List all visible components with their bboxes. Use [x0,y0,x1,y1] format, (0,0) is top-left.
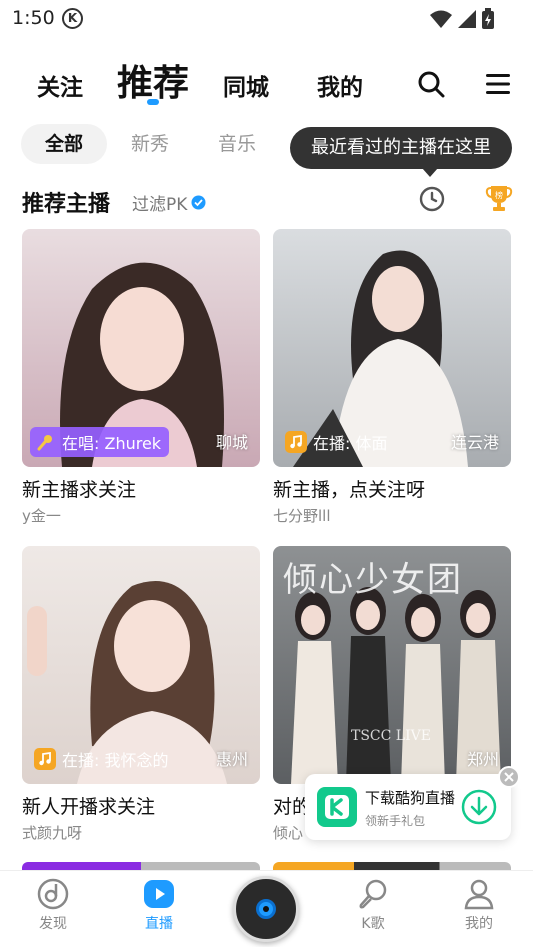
status-text: 在播: 体面 [313,434,388,453]
karaoke-mic-icon [359,879,387,909]
stream-title: 新人开播求关注 [22,796,156,818]
streamer-cover[interactable]: 倾心少女团 TSCC LIVE 郑州 [273,546,511,784]
top-nav: 关注 推荐 同城 我的 [0,50,533,110]
city-label: 连云港 [450,433,499,452]
chip-newcomer[interactable]: 新秀 [118,124,182,164]
promo-subtitle: 领新手礼包 [365,814,426,828]
verified-check-icon [191,195,206,210]
bottom-tab-karaoke[interactable]: K歌 [338,877,408,933]
bottom-tab-label: 发现 [39,916,67,932]
streamer-cover[interactable]: 在播: 我怀念的 惠州 [22,546,260,784]
streamer-card[interactable]: 在唱: Zhurek 聊城 新主播求关注 y金一 [22,229,260,526]
promo-close-icon[interactable] [498,766,520,788]
streamer-name: y金一 [22,507,61,525]
bottom-tab-live[interactable]: 直播 [124,877,194,933]
streamer-card[interactable]: 在播: 我怀念的 惠州 新人开播求关注 式颜九呀 [22,546,260,843]
bottom-tab-discover[interactable]: 发现 [18,877,88,933]
bottom-tab-label: 我的 [465,916,493,932]
download-icon[interactable] [461,789,497,825]
status-bar: 1:50 K [0,0,533,36]
k-notification-icon: K [62,8,83,29]
trophy-label: 榜 [495,190,503,200]
chip-all[interactable]: 全部 [21,124,107,164]
bottom-tab-label: 直播 [145,916,173,932]
live-status-badge: 在播: 体面 [281,427,395,457]
bottom-tab-label: K歌 [361,916,385,932]
stream-title: 新主播求关注 [22,479,137,501]
streamer-name: 式颜九呀 [22,824,83,842]
trophy-rank-icon[interactable]: 榜 [484,183,514,213]
search-icon[interactable] [417,70,445,98]
promo-title: 下载酷狗直播 [365,789,456,807]
tab-follow[interactable]: 关注 [37,68,83,102]
microphone-icon [34,431,56,453]
status-text: 在唱: Zhurek [62,434,162,453]
battery-icon [482,8,494,29]
stream-title: 新主播，点关注呀 [273,479,426,501]
filter-pk-toggle[interactable]: 过滤PK [132,190,206,215]
kugou-live-logo-icon [317,787,357,827]
discover-icon [37,878,69,910]
chip-music[interactable]: 音乐 [205,124,269,164]
filter-pk-label: 过滤PK [132,195,188,215]
bottom-tab-mine[interactable]: 我的 [444,877,514,933]
download-promo-banner[interactable]: 下载酷狗直播 领新手礼包 [305,774,511,840]
tooltip-arrow [422,168,438,177]
cover-title-text: 倾心少女团 [283,560,463,600]
singing-status-badge: 在唱: Zhurek [30,427,170,457]
music-note-icon [285,431,307,453]
recent-anchors-tooltip[interactable]: 最近看过的主播在这里 [290,127,512,169]
live-icon [144,880,174,908]
status-text: 在播: 我怀念的 [62,751,169,770]
wifi-icon [430,10,452,28]
music-note-icon [34,748,56,770]
live-status-badge: 在播: 我怀念的 [30,744,176,774]
streamer-cover[interactable]: 在唱: Zhurek 聊城 [22,229,260,467]
music-disc-icon[interactable] [233,876,299,942]
active-tab-indicator [147,99,159,105]
menu-icon[interactable] [485,72,511,96]
section-title: 推荐主播 [22,192,111,217]
cover-small-text: TSCC LIVE [351,728,431,744]
city-label: 聊城 [215,433,248,452]
profile-icon [464,879,494,910]
status-time: 1:50 [12,7,55,29]
tab-mine[interactable]: 我的 [317,68,363,102]
history-clock-icon[interactable] [418,185,446,213]
tab-same-city[interactable]: 同城 [223,68,269,102]
signal-icon [458,10,476,28]
city-label: 郑州 [466,750,499,769]
streamer-card[interactable]: 在播: 体面 连云港 新主播，点关注呀 七分野lll [273,229,511,526]
streamer-name: 七分野lll [273,507,331,525]
city-label: 惠州 [215,750,248,769]
streamer-cover[interactable]: 在播: 体面 连云港 [273,229,511,467]
disc-spindle [263,906,269,912]
